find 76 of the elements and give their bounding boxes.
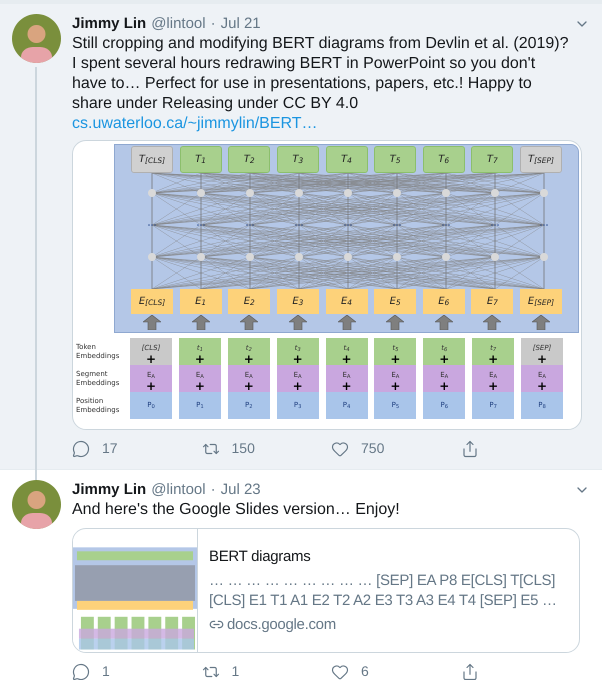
up-arrow-icon xyxy=(288,315,307,330)
link-card[interactable]: BERT diagrams … … … … … … … … … [SEP] EA P8 E[CLS] T[CLS] [CLS] E1 T1 A1 E2 T2 A2 E3 T3 A3 E4 T4 [SEP] E5 … docs.google.com xyxy=(72,528,580,653)
tweet-date[interactable]: Jul 23 xyxy=(220,480,261,500)
retweet-count: 1 xyxy=(232,662,240,680)
plus-sign: + xyxy=(292,353,303,365)
retweet-count: 150 xyxy=(232,439,255,458)
up-arrow-icon xyxy=(532,315,550,330)
reply-icon[interactable] xyxy=(72,662,90,680)
plus-sign: + xyxy=(536,380,548,392)
card-title: BERT diagrams xyxy=(209,546,312,566)
plus-sign: + xyxy=(292,380,303,392)
reply-count: 1 xyxy=(102,662,110,680)
card-domain: docs.google.com xyxy=(227,614,336,634)
embedding-box: E$_{4}$ xyxy=(326,289,368,314)
plus-sign: + xyxy=(341,380,352,392)
plus-sign: + xyxy=(194,353,205,365)
embedding-box: E$_{3}$ xyxy=(276,289,319,314)
embedding-box: E$_{1}$ xyxy=(180,289,222,314)
output-token-box: T$_{[CLS]}$ xyxy=(131,146,173,173)
plus-sign: + xyxy=(244,353,254,365)
up-arrow-icon xyxy=(338,315,356,330)
like-icon[interactable] xyxy=(331,440,349,458)
up-arrow-icon xyxy=(434,315,453,330)
tweet-text: And here's the Google Slides version… Enjoy! xyxy=(72,500,401,520)
plus-sign: + xyxy=(341,353,352,365)
output-token-box: T$_{4}$ xyxy=(326,146,368,173)
author-name[interactable]: Jimmy Lin xyxy=(72,480,146,500)
output-token-box: T$_{5}$ xyxy=(374,146,416,173)
output-token-box: T$_{7}$ xyxy=(471,146,514,173)
avatar[interactable] xyxy=(12,480,61,529)
up-arrow-icon xyxy=(192,315,210,330)
author-name[interactable]: Jimmy Lin xyxy=(72,14,146,34)
output-token-box: T$_{6}$ xyxy=(422,146,465,173)
tweet-text: Still cropping and modifying BERT diagrams from Devlin et al. (2019)? I spent several hours redrawing BERT in PowerPoint so you don't have to… Perfect for use in presentations, papers, etc.! Happy to share under Releasing under CC BY 4.0 cs.uwaterloo.ca/~jimmylin/BERT… xyxy=(72,34,570,134)
plus-sign: + xyxy=(194,380,205,392)
tweet-date[interactable]: Jul 21 xyxy=(220,14,261,34)
embedding-box: E$_{5}$ xyxy=(374,289,416,314)
author-handle[interactable]: @lintool xyxy=(151,14,206,34)
card-description: … … … … … … … … … [SEP] EA P8 E[CLS] T[CLS] [CLS] E1 T1 A1 E2 T2 A2 E3 T3 A3 E4 T4 [SEP] E5 … xyxy=(209,570,558,610)
up-arrow-icon xyxy=(240,315,258,330)
plus-sign: + xyxy=(146,353,156,365)
plus-sign: + xyxy=(488,380,498,392)
like-count: 750 xyxy=(361,439,384,458)
plus-sign: + xyxy=(488,353,498,365)
embedding-box: E$_{2}$ xyxy=(228,289,270,314)
embedding-box: E$_{[SEP]}$ xyxy=(520,289,562,314)
up-arrow-icon xyxy=(483,315,502,330)
like-icon[interactable] xyxy=(331,662,349,680)
plus-sign: + xyxy=(439,380,450,392)
tweet-link[interactable]: cs.uwaterloo.ca/~jimmylin/BERT… xyxy=(72,115,318,132)
bert-diagram[interactable] xyxy=(72,140,582,430)
separator-dot: · xyxy=(210,14,216,34)
up-arrow-icon xyxy=(143,315,161,330)
plus-sign: + xyxy=(244,380,254,392)
output-token-box: T$_{2}$ xyxy=(228,146,270,173)
share-icon[interactable] xyxy=(460,440,478,458)
embedding-box: E$_{6}$ xyxy=(422,289,465,314)
output-token-box: T$_{3}$ xyxy=(276,146,319,173)
avatar[interactable] xyxy=(12,14,61,63)
plus-sign: + xyxy=(390,380,400,392)
separator-dot: · xyxy=(210,480,216,500)
embedding-box: E$_{7}$ xyxy=(471,289,514,314)
share-icon[interactable] xyxy=(460,662,478,680)
plus-sign: + xyxy=(146,380,156,392)
output-token-box: T$_{[SEP]}$ xyxy=(520,146,562,173)
embedding-box: E$_{[CLS]}$ xyxy=(131,289,173,314)
author-handle[interactable]: @lintool xyxy=(151,480,206,500)
tweet[interactable] xyxy=(0,470,602,680)
reply-count: 17 xyxy=(102,439,118,458)
plus-sign: + xyxy=(536,353,548,365)
reply-icon[interactable] xyxy=(72,440,90,458)
output-token-box: T$_{1}$ xyxy=(180,146,222,173)
plus-sign: + xyxy=(439,353,450,365)
up-arrow-icon xyxy=(386,315,404,330)
plus-sign: + xyxy=(390,353,400,365)
like-count: 6 xyxy=(361,662,369,680)
